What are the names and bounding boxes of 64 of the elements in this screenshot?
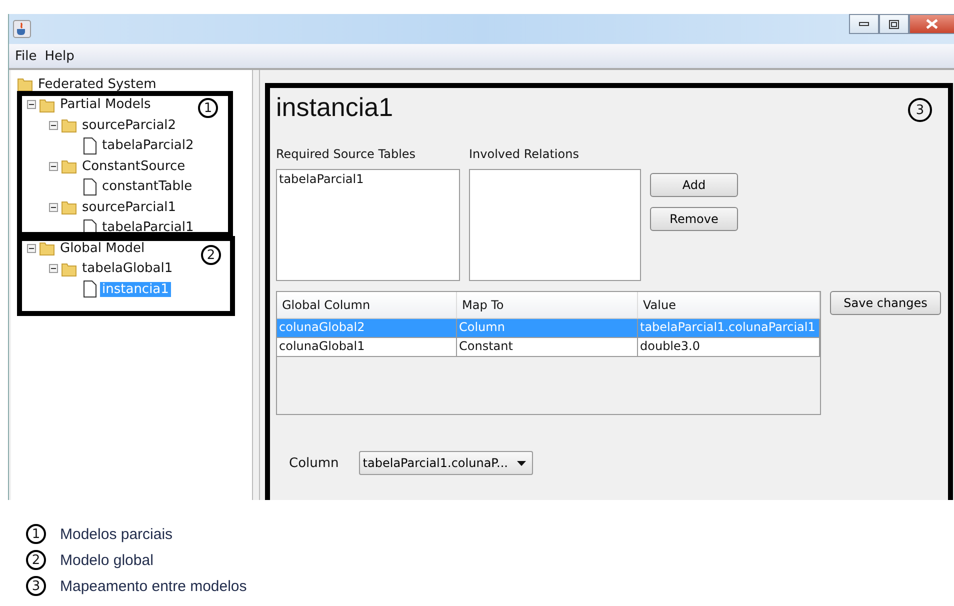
menu-item[interactable]: Help: [44, 48, 74, 64]
dropdown-arrow-icon: [516, 460, 526, 466]
table-cell: colunaGlobal1: [277, 338, 457, 356]
folder-icon: [17, 76, 33, 92]
folder-icon: [39, 96, 55, 113]
close-icon: [926, 19, 938, 29]
maximize-icon: [889, 20, 899, 28]
collapse-icon[interactable]: [27, 100, 36, 110]
column-label: Column: [289, 456, 339, 470]
collapse-icon[interactable]: [49, 120, 58, 130]
tree-item[interactable]: ConstantSource: [80, 158, 188, 174]
annotation-number: 3: [908, 98, 932, 122]
list-label: Involved Relations: [469, 147, 580, 161]
collapse-icon[interactable]: [49, 264, 58, 274]
folder-icon: [61, 199, 77, 216]
action-button[interactable]: Remove: [650, 207, 738, 231]
tree-item[interactable]: constantTable: [100, 179, 194, 194]
collapse-icon[interactable]: [27, 244, 36, 253]
annotation-number: 1: [198, 98, 218, 118]
table-cell: colunaGlobal2: [277, 319, 457, 337]
instance-title: instancia1: [276, 92, 394, 123]
legend-text: Mapeamento entre modelos: [60, 578, 247, 594]
table-cell: Constant: [457, 338, 638, 356]
folder-icon: [61, 260, 77, 277]
column-dropdown[interactable]: tabelaParcial1.colunaP...: [358, 451, 533, 475]
close-button[interactable]: [909, 14, 954, 34]
collapse-icon[interactable]: [49, 202, 58, 212]
tree-item[interactable]: Federated System: [36, 76, 158, 92]
collapse-icon[interactable]: [49, 162, 58, 171]
column-header[interactable]: Value: [638, 292, 820, 318]
table-cell: Column: [457, 319, 638, 337]
tree-item[interactable]: Global Model: [58, 240, 147, 256]
action-button[interactable]: Add: [650, 173, 738, 197]
tree-item[interactable]: tabelaParcial1: [100, 220, 196, 236]
table-cell: tabelaParcial1.colunaParcial1: [638, 319, 820, 337]
folder-icon: [39, 240, 55, 256]
minimize-icon: [859, 22, 869, 26]
column-header[interactable]: Global Column: [277, 292, 457, 318]
document-icon: [83, 178, 97, 196]
folder-icon: [61, 117, 77, 134]
legend-number: 3: [26, 576, 46, 596]
legend-number: 2: [26, 550, 46, 570]
table-cell: double3.0: [638, 338, 820, 356]
document-icon: [83, 280, 97, 298]
tree-item[interactable]: tabelaGlobal1: [80, 261, 175, 276]
tree-item[interactable]: tabelaParcial2: [100, 138, 196, 154]
legend-text: Modelo global: [60, 552, 154, 568]
cup-icon: [13, 20, 31, 38]
menu-item[interactable]: File: [15, 48, 37, 64]
document-icon: [83, 136, 97, 155]
table-row[interactable]: colunaGlobal1 Constant double3.0: [277, 338, 820, 357]
maximize-button[interactable]: [879, 14, 909, 34]
folder-icon: [61, 158, 77, 174]
save-button[interactable]: Save changes: [830, 291, 941, 315]
legend-text: Modelos parciais: [60, 526, 173, 542]
tree-item[interactable]: Partial Models: [58, 97, 153, 112]
annotation-number: 2: [201, 245, 221, 265]
list-label: Required Source Tables: [276, 147, 417, 161]
tree-item[interactable]: sourceParcial1: [80, 200, 178, 215]
legend-number: 1: [26, 524, 46, 544]
minimize-button[interactable]: [849, 14, 879, 34]
tree-item[interactable]: sourceParcial2: [80, 118, 178, 133]
column-header[interactable]: Map To: [457, 292, 638, 318]
list-item[interactable]: tabelaParcial1: [279, 172, 457, 186]
